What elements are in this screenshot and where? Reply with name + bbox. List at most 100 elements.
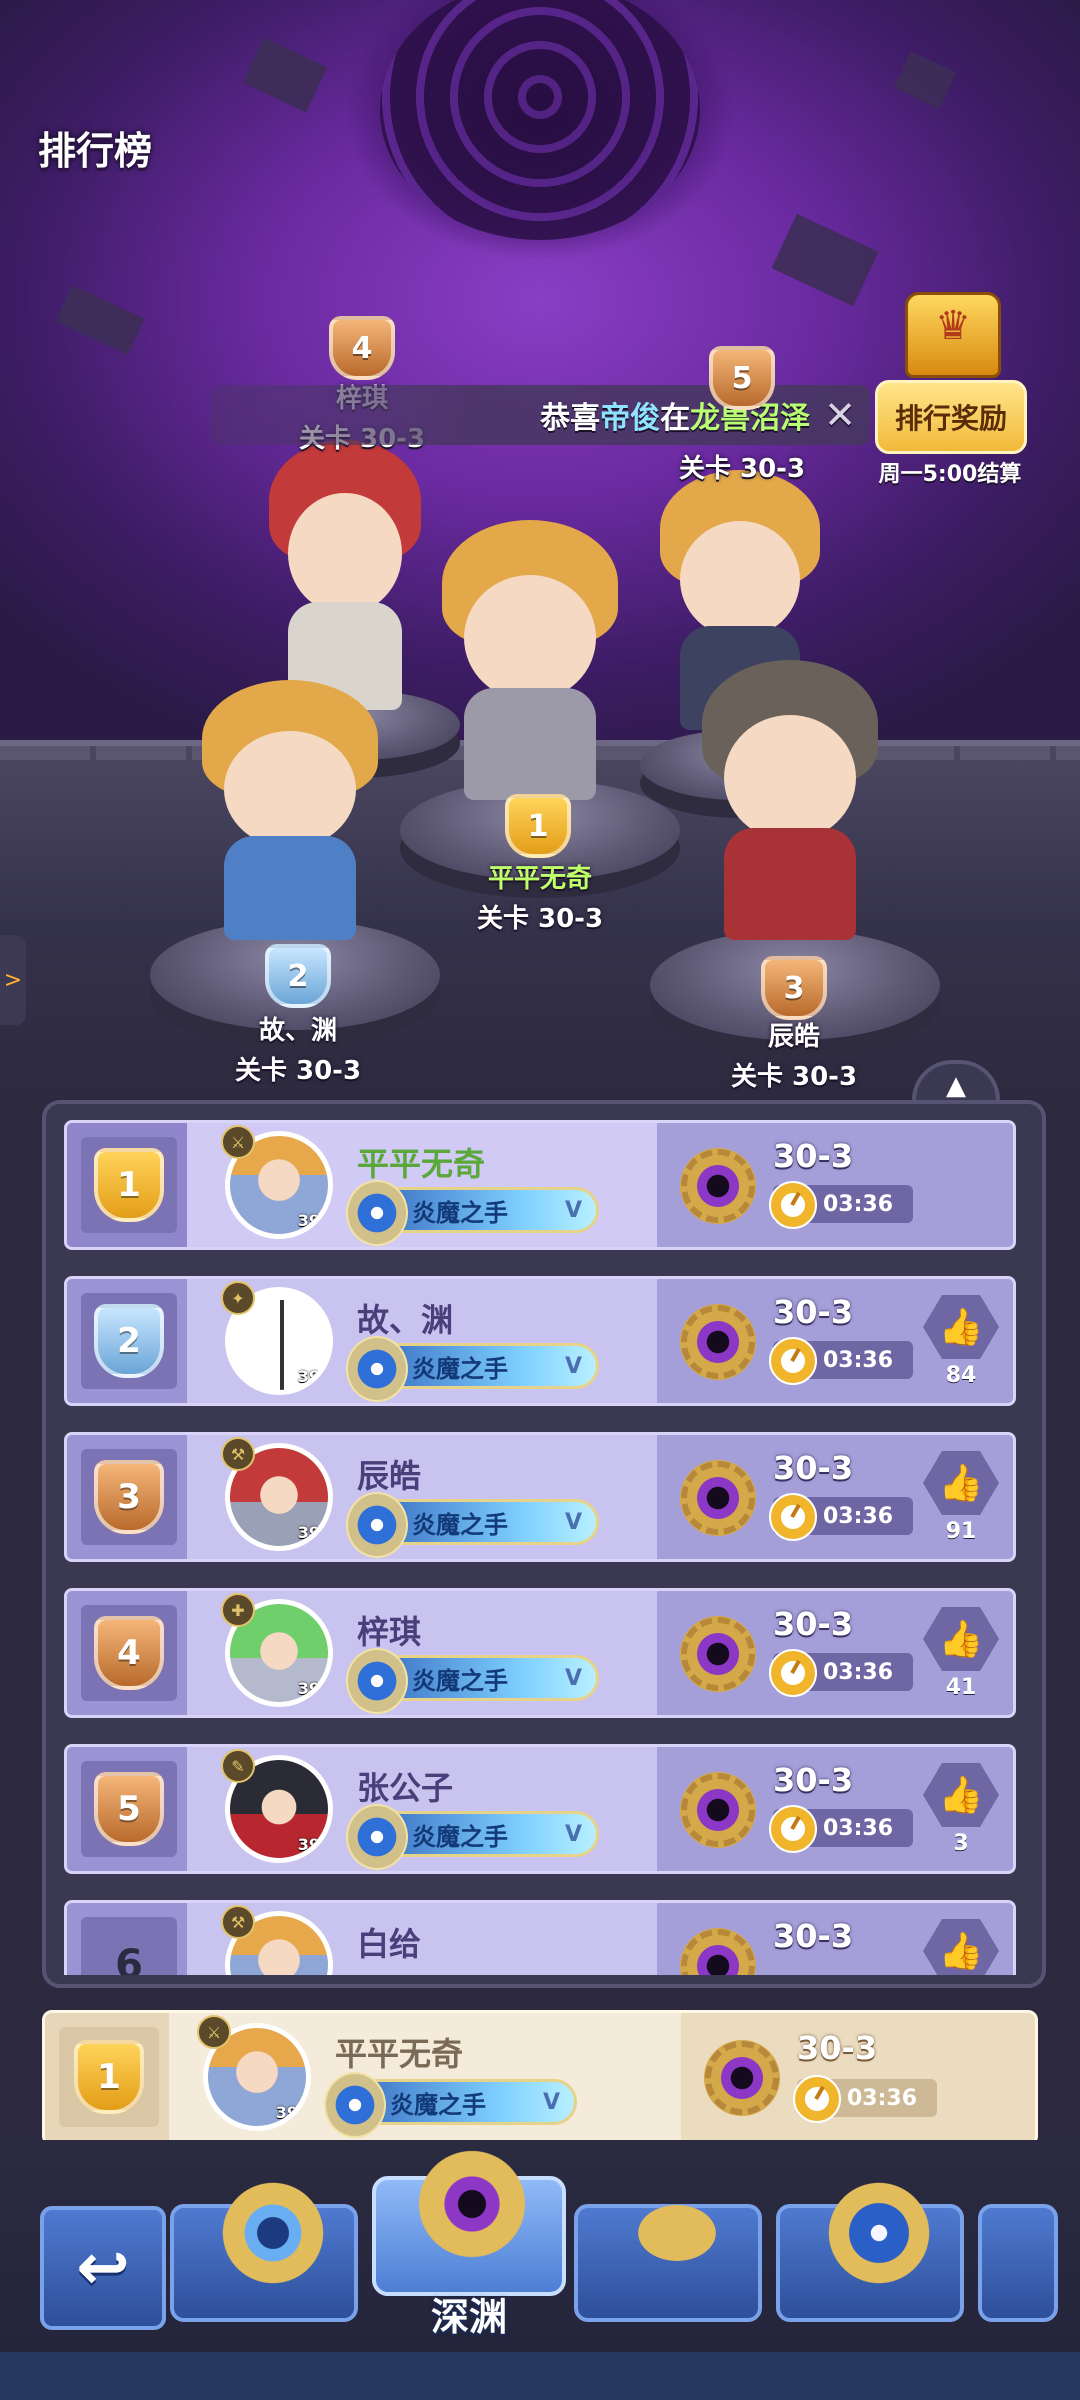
player-title-badge: 炎魔之手 V xyxy=(346,1804,599,1870)
thumbs-up-icon: 👍 xyxy=(923,1295,999,1359)
stage-value: 30-3 xyxy=(773,1761,854,1799)
ranking-row-1[interactable]: 1 39 ⚔ 平平无奇 炎魔之手 V 30-3 03:36 xyxy=(64,1120,1016,1250)
abyss-stage-emblem-icon xyxy=(699,2035,785,2121)
rank-badge: 4 xyxy=(81,1605,177,1701)
player-title-badge: 炎魔之手 V xyxy=(346,1492,599,1558)
like-button[interactable]: 👍 xyxy=(923,1919,999,1975)
stage-value: 30-3 xyxy=(797,2029,878,2067)
rank-badge: 1 xyxy=(59,2027,159,2127)
hero-rank-2[interactable] xyxy=(180,680,400,940)
player-title-badge: 炎魔之手 V xyxy=(346,1180,599,1246)
player-name: 辰皓 xyxy=(357,1457,422,1495)
title-tier: V xyxy=(564,1509,582,1535)
class-icon: ⚒ xyxy=(221,1905,255,1939)
avatar-level: 39 xyxy=(297,1679,320,1698)
like-count: 91 xyxy=(945,1519,977,1544)
crown-emblem-icon xyxy=(622,2178,732,2288)
abyss-eye-emblem-icon xyxy=(412,2144,532,2264)
like-button[interactable]: 👍 3 xyxy=(923,1763,999,1863)
podium-rank-badge-3: 3 xyxy=(761,956,827,1020)
thumbs-up-icon: 👍 xyxy=(923,1919,999,1975)
nav-more[interactable] xyxy=(978,2204,1058,2322)
hero-rank-1[interactable] xyxy=(420,520,640,800)
stage-value: 30-3 xyxy=(773,1605,854,1643)
clock-icon xyxy=(793,2075,841,2123)
close-icon[interactable]: ✕ xyxy=(824,393,856,437)
hero-rank-3[interactable] xyxy=(680,660,900,940)
title-tier: V xyxy=(564,1197,582,1223)
podium-name-2: 故、渊 xyxy=(258,1016,338,1046)
nav-abyss[interactable] xyxy=(372,2144,566,2296)
avatar-level: 39 xyxy=(275,2103,298,2122)
abyss-stage-emblem-icon xyxy=(675,1611,761,1697)
rank-badge: 6 xyxy=(81,1917,177,1975)
player-title-badge: 炎魔之手 V xyxy=(346,1648,599,1714)
like-count: 3 xyxy=(953,1831,969,1856)
bronze-shield-icon: 4 xyxy=(94,1616,164,1690)
player-name: 张公子 xyxy=(357,1769,454,1807)
ranking-reward-label: 排行奖励 xyxy=(875,380,1027,454)
thumbs-up-icon: 👍 xyxy=(923,1763,999,1827)
clear-time-value: 03:36 xyxy=(823,1659,894,1685)
ranking-row-3[interactable]: 3 39 ⚒ 辰皓 炎魔之手 V 30-3 03:36 👍 91 xyxy=(64,1432,1016,1562)
title-gem-icon xyxy=(346,1336,408,1402)
gold-shield-icon: 1 xyxy=(94,1148,164,1222)
podium-name-1: 平平无奇 xyxy=(487,864,593,894)
podium-stage-3: 关卡 30-3 xyxy=(730,1062,858,1092)
nav-compass[interactable] xyxy=(170,2178,358,2322)
ranking-row-6[interactable]: 6 ⚒ 白给 30-3 👍 xyxy=(64,1900,1016,1975)
clear-time-value: 03:36 xyxy=(823,1191,894,1217)
settlement-time: 周一5:00结算 xyxy=(878,462,1022,487)
player-title: 炎魔之手 xyxy=(412,1198,508,1227)
podium-stage-5: 关卡 30-3 xyxy=(678,454,806,484)
silver-shield-icon: 2 xyxy=(94,1304,164,1378)
ranking-row-2[interactable]: 2 39 ✦ 故、渊 炎魔之手 V 30-3 03:36 👍 84 xyxy=(64,1276,1016,1406)
rank-badge: 2 xyxy=(81,1293,177,1389)
stage-value: 30-3 xyxy=(773,1293,854,1331)
hero-rank-4[interactable] xyxy=(250,440,440,710)
player-title: 炎魔之手 xyxy=(412,1666,508,1695)
like-button[interactable]: 👍 41 xyxy=(923,1607,999,1707)
class-icon: ✦ xyxy=(221,1281,255,1315)
player-title-badge: 炎魔之手 V xyxy=(324,2072,577,2138)
title-gem-icon xyxy=(346,1648,408,1714)
like-button[interactable]: 👍 84 xyxy=(923,1295,999,1395)
side-expand-arrow-icon[interactable]: > xyxy=(0,935,26,1025)
compass-emblem-icon xyxy=(218,2178,328,2288)
player-title: 炎魔之手 xyxy=(412,1354,508,1383)
podium-rank-badge-4: 4 xyxy=(329,316,395,380)
stage-value: 30-3 xyxy=(773,1449,854,1487)
abyss-stage-emblem-icon xyxy=(675,1143,761,1229)
clear-time: 03:36 xyxy=(769,1493,913,1541)
ranking-reward-button[interactable]: 排行奖励 xyxy=(875,292,1027,454)
title-tier: V xyxy=(564,1821,582,1847)
player-title: 炎魔之手 xyxy=(390,2090,486,2119)
back-arrow-icon[interactable]: ↩ xyxy=(40,2206,166,2330)
like-button[interactable]: 👍 91 xyxy=(923,1451,999,1551)
ranking-row-5[interactable]: 5 39 ✎ 张公子 炎魔之手 V 30-3 03:36 👍 3 xyxy=(64,1744,1016,1874)
ranking-list[interactable]: 1 39 ⚔ 平平无奇 炎魔之手 V 30-3 03:36 2 39 ✦ 故、渊 … xyxy=(64,1120,1016,1975)
player-name: 白给 xyxy=(357,1925,422,1963)
avatar-level: 39 xyxy=(297,1523,320,1542)
nav-star[interactable] xyxy=(776,2178,964,2322)
clear-time: 03:36 xyxy=(769,1181,913,1229)
my-ranking-row[interactable]: 1 39 ⚔ 平平无奇 炎魔之手 V 30-3 03:36 xyxy=(42,2010,1038,2146)
clear-time-value: 03:36 xyxy=(823,1347,894,1373)
player-name: 梓琪 xyxy=(357,1613,422,1651)
page-title: 排行榜 xyxy=(38,129,153,173)
title-gem-icon xyxy=(346,1180,408,1246)
abyss-stage-emblem-icon xyxy=(675,1767,761,1853)
rank-badge: 1 xyxy=(81,1137,177,1233)
star-emblem-icon xyxy=(824,2178,934,2288)
title-gem-icon xyxy=(324,2072,386,2138)
clear-time: 03:36 xyxy=(793,2075,937,2123)
clear-time: 03:36 xyxy=(769,1337,913,1385)
podium-stage-2: 关卡 30-3 xyxy=(234,1056,362,1086)
title-tier: V xyxy=(564,1353,582,1379)
player-name: 故、渊 xyxy=(357,1301,454,1339)
ranking-row-4[interactable]: 4 39 ✚ 梓琪 炎魔之手 V 30-3 03:36 👍 41 xyxy=(64,1588,1016,1718)
nav-crown[interactable] xyxy=(574,2178,762,2322)
player-title: 炎魔之手 xyxy=(412,1822,508,1851)
nav-abyss-label: 深渊 xyxy=(430,2295,507,2339)
bottom-nav-strip xyxy=(0,2352,1080,2400)
